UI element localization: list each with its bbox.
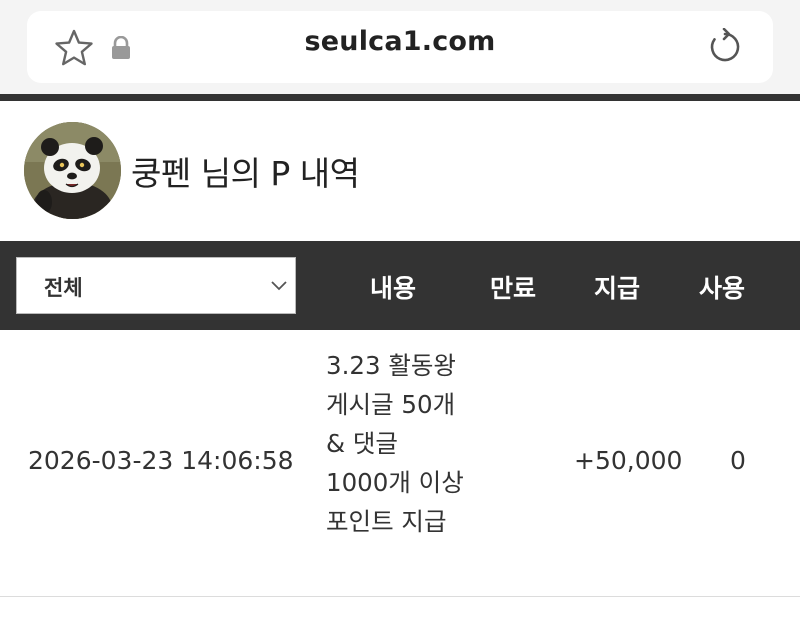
reload-icon[interactable] (706, 28, 744, 66)
panda-avatar-icon (24, 122, 121, 219)
star-icon[interactable] (54, 28, 94, 68)
column-header-expire: 만료 (489, 274, 536, 303)
table-header: 전체 내용 만료 지급 사용 (0, 241, 800, 330)
browser-toolbar: seulca1.com (0, 0, 800, 94)
profile-header: 쿵펜 님의 P 내역 (0, 101, 800, 241)
filter-selected-value: 전체 (44, 276, 83, 300)
filter-select[interactable]: 전체 (16, 257, 296, 314)
divider (0, 94, 800, 101)
lock-icon (112, 36, 130, 59)
chevron-down-icon (271, 281, 287, 291)
url-text[interactable]: seulca1.com (200, 26, 600, 57)
avatar (24, 122, 121, 219)
cell-date: 2026-03-23 14:06:58 (28, 446, 294, 475)
cell-used: 0 (730, 446, 746, 475)
page-title: 쿵펜 님의 P 내역 (131, 154, 360, 193)
table-row: 2026-03-23 14:06:58 3.23 활동왕 게시글 50개 & 댓… (0, 330, 800, 597)
table-row (0, 598, 800, 638)
column-header-paid: 지급 (593, 274, 640, 303)
column-header-used: 사용 (698, 274, 745, 303)
column-header-content: 내용 (369, 274, 416, 303)
cell-content: 3.23 활동왕 게시글 50개 & 댓글 1000개 이상 포인트 지급 (326, 351, 464, 536)
cell-paid: +50,000 (574, 446, 683, 475)
